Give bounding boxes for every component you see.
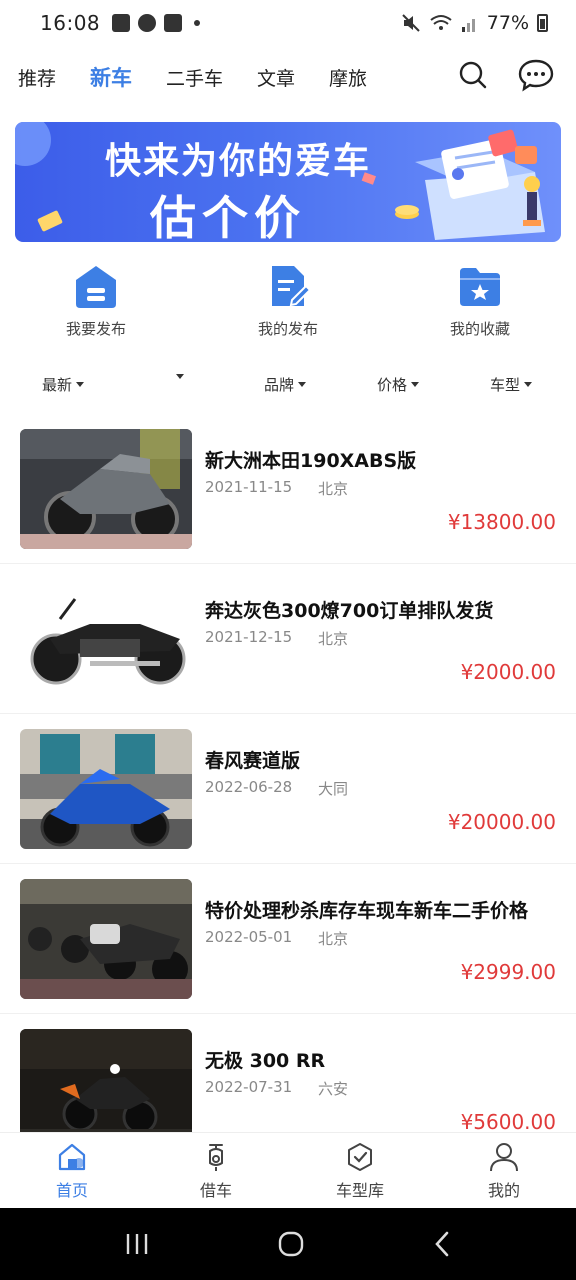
listing-title: 奔达灰色300燎700订单排队发货 xyxy=(205,600,494,622)
signal-icon xyxy=(461,19,475,32)
tab-profile[interactable]: 我的 xyxy=(432,1133,576,1208)
filter-model[interactable]: 车型 xyxy=(490,374,533,395)
tab-used-car[interactable]: 二手车 xyxy=(166,64,223,91)
listing-photo xyxy=(20,879,192,999)
tab-articles[interactable]: 文章 xyxy=(257,64,295,91)
publish-button[interactable]: 我要发布 xyxy=(0,262,192,352)
listing-title: 特价处理秒杀库存车现车新车二手价格 xyxy=(205,900,529,922)
listing-item[interactable]: 奔达灰色300燎700订单排队发货 2021-12-15 北京 ¥2000.00 xyxy=(0,564,576,714)
tab-models[interactable]: 车型库 xyxy=(288,1133,432,1208)
listing-date: 2022-06-28 xyxy=(205,778,293,796)
listing-photo xyxy=(20,579,192,699)
filter-brand-label: 品牌 xyxy=(264,376,295,394)
my-posts-label: 我的发布 xyxy=(257,320,318,338)
listing-title: 无极 300 RR xyxy=(205,1050,326,1072)
listing-item[interactable]: 新大洲本田190XABS版 2021-11-15 北京 ¥13800.00 xyxy=(0,414,576,564)
home-button-icon[interactable] xyxy=(277,1230,305,1258)
listing-price: ¥13800.00 xyxy=(447,510,556,534)
listing-photo xyxy=(20,429,192,549)
search-icon[interactable] xyxy=(458,60,488,90)
user-icon xyxy=(490,1143,518,1172)
tab-home[interactable]: 首页 xyxy=(0,1133,144,1208)
listing-item[interactable]: 特价处理秒杀库存车现车新车二手价格 2022-05-01 北京 ¥2999.00 xyxy=(0,864,576,1014)
top-actions xyxy=(458,58,554,92)
listing-city: 大同 xyxy=(318,780,349,798)
listing-date: 2021-11-15 xyxy=(205,478,293,496)
listing-price: ¥2999.00 xyxy=(460,960,556,984)
box-check-icon xyxy=(348,1143,372,1171)
app-notification-icon xyxy=(138,14,157,32)
listing-photo xyxy=(20,1029,192,1149)
listing-list: 新大洲本田190XABS版 2021-11-15 北京 ¥13800.00 奔达… xyxy=(0,414,576,1164)
listing-title: 新大洲本田190XABS版 xyxy=(205,450,417,472)
status-bar: 16:08 77% xyxy=(0,0,576,46)
tab-recommend[interactable]: 推荐 xyxy=(18,64,56,91)
filter-unnamed[interactable] xyxy=(172,374,184,379)
system-nav-bar xyxy=(0,1208,576,1280)
filter-latest-label: 最新 xyxy=(42,376,73,394)
listing-title: 春风赛道版 xyxy=(205,750,301,772)
scooter-icon xyxy=(209,1144,223,1171)
tab-home-label: 首页 xyxy=(55,1181,88,1200)
listing-photo xyxy=(20,729,192,849)
banner-line2: 估个价 xyxy=(150,191,306,242)
my-posts-button[interactable]: 我的发布 xyxy=(192,262,384,352)
listing-price: ¥20000.00 xyxy=(447,810,556,834)
listing-city: 北京 xyxy=(318,480,349,498)
chevron-down-icon xyxy=(411,382,420,387)
chevron-down-icon xyxy=(298,382,307,387)
app-screen: 16:08 77% 推荐 新车 二手车 文章 摩旅 快来为你的爱车 估个价 我要… xyxy=(0,0,576,1280)
filter-price[interactable]: 价格 xyxy=(377,374,420,395)
gallery-icon xyxy=(112,14,131,32)
wifi-icon xyxy=(430,15,452,30)
bottom-tab-bar: 首页 借车 车型库 我的 xyxy=(0,1132,576,1208)
listing-city: 六安 xyxy=(318,1080,349,1098)
tab-models-label: 车型库 xyxy=(335,1181,384,1200)
tab-borrow[interactable]: 借车 xyxy=(144,1133,288,1208)
notification-icons xyxy=(112,14,201,32)
listing-item[interactable]: 春风赛道版 2022-06-28 大同 ¥20000.00 xyxy=(0,714,576,864)
document-edit-icon xyxy=(272,266,312,307)
status-right: 77% xyxy=(401,12,548,34)
listing-price: ¥2000.00 xyxy=(460,660,556,684)
folder-star-icon xyxy=(460,268,500,306)
listing-price: ¥5600.00 xyxy=(460,1110,556,1134)
status-time: 16:08 xyxy=(40,11,101,35)
filter-model-label: 车型 xyxy=(490,376,521,394)
tab-borrow-label: 借车 xyxy=(199,1181,232,1200)
tab-profile-label: 我的 xyxy=(487,1181,520,1200)
listing-city: 北京 xyxy=(318,630,349,648)
chevron-down-icon xyxy=(76,382,85,387)
house-icon xyxy=(76,266,116,308)
filter-latest[interactable]: 最新 xyxy=(42,374,85,395)
filter-bar: 最新 品牌 价格 车型 xyxy=(0,368,576,400)
checkbox-icon xyxy=(164,14,183,32)
tab-moto-travel[interactable]: 摩旅 xyxy=(329,64,367,91)
quick-actions: 我要发布 我的发布 我的收藏 xyxy=(0,262,576,352)
listing-date: 2021-12-15 xyxy=(205,628,293,646)
filter-brand[interactable]: 品牌 xyxy=(264,374,307,395)
listing-date: 2022-07-31 xyxy=(205,1078,293,1096)
message-icon[interactable] xyxy=(518,58,554,92)
listing-city: 北京 xyxy=(318,930,349,948)
home-icon xyxy=(58,1143,86,1171)
my-favorites-button[interactable]: 我的收藏 xyxy=(384,262,576,352)
chevron-down-icon xyxy=(524,382,533,387)
battery-icon xyxy=(537,14,548,32)
promo-banner[interactable]: 快来为你的爱车 估个价 xyxy=(15,122,561,242)
publish-label: 我要发布 xyxy=(65,320,126,338)
more-notifications-dot xyxy=(194,20,201,26)
filter-price-label: 价格 xyxy=(377,376,408,394)
back-icon[interactable] xyxy=(432,1230,452,1258)
battery-percent: 77% xyxy=(486,12,529,34)
listing-date: 2022-05-01 xyxy=(205,928,293,946)
mute-icon xyxy=(402,14,420,32)
recent-apps-icon[interactable] xyxy=(124,1232,150,1256)
my-favorites-label: 我的收藏 xyxy=(449,320,510,338)
banner-line1: 快来为你的爱车 xyxy=(105,141,372,182)
tab-new-car[interactable]: 新车 xyxy=(90,62,132,92)
chevron-down-icon xyxy=(176,374,184,379)
top-tabs: 推荐 新车 二手车 文章 摩旅 xyxy=(0,50,576,104)
